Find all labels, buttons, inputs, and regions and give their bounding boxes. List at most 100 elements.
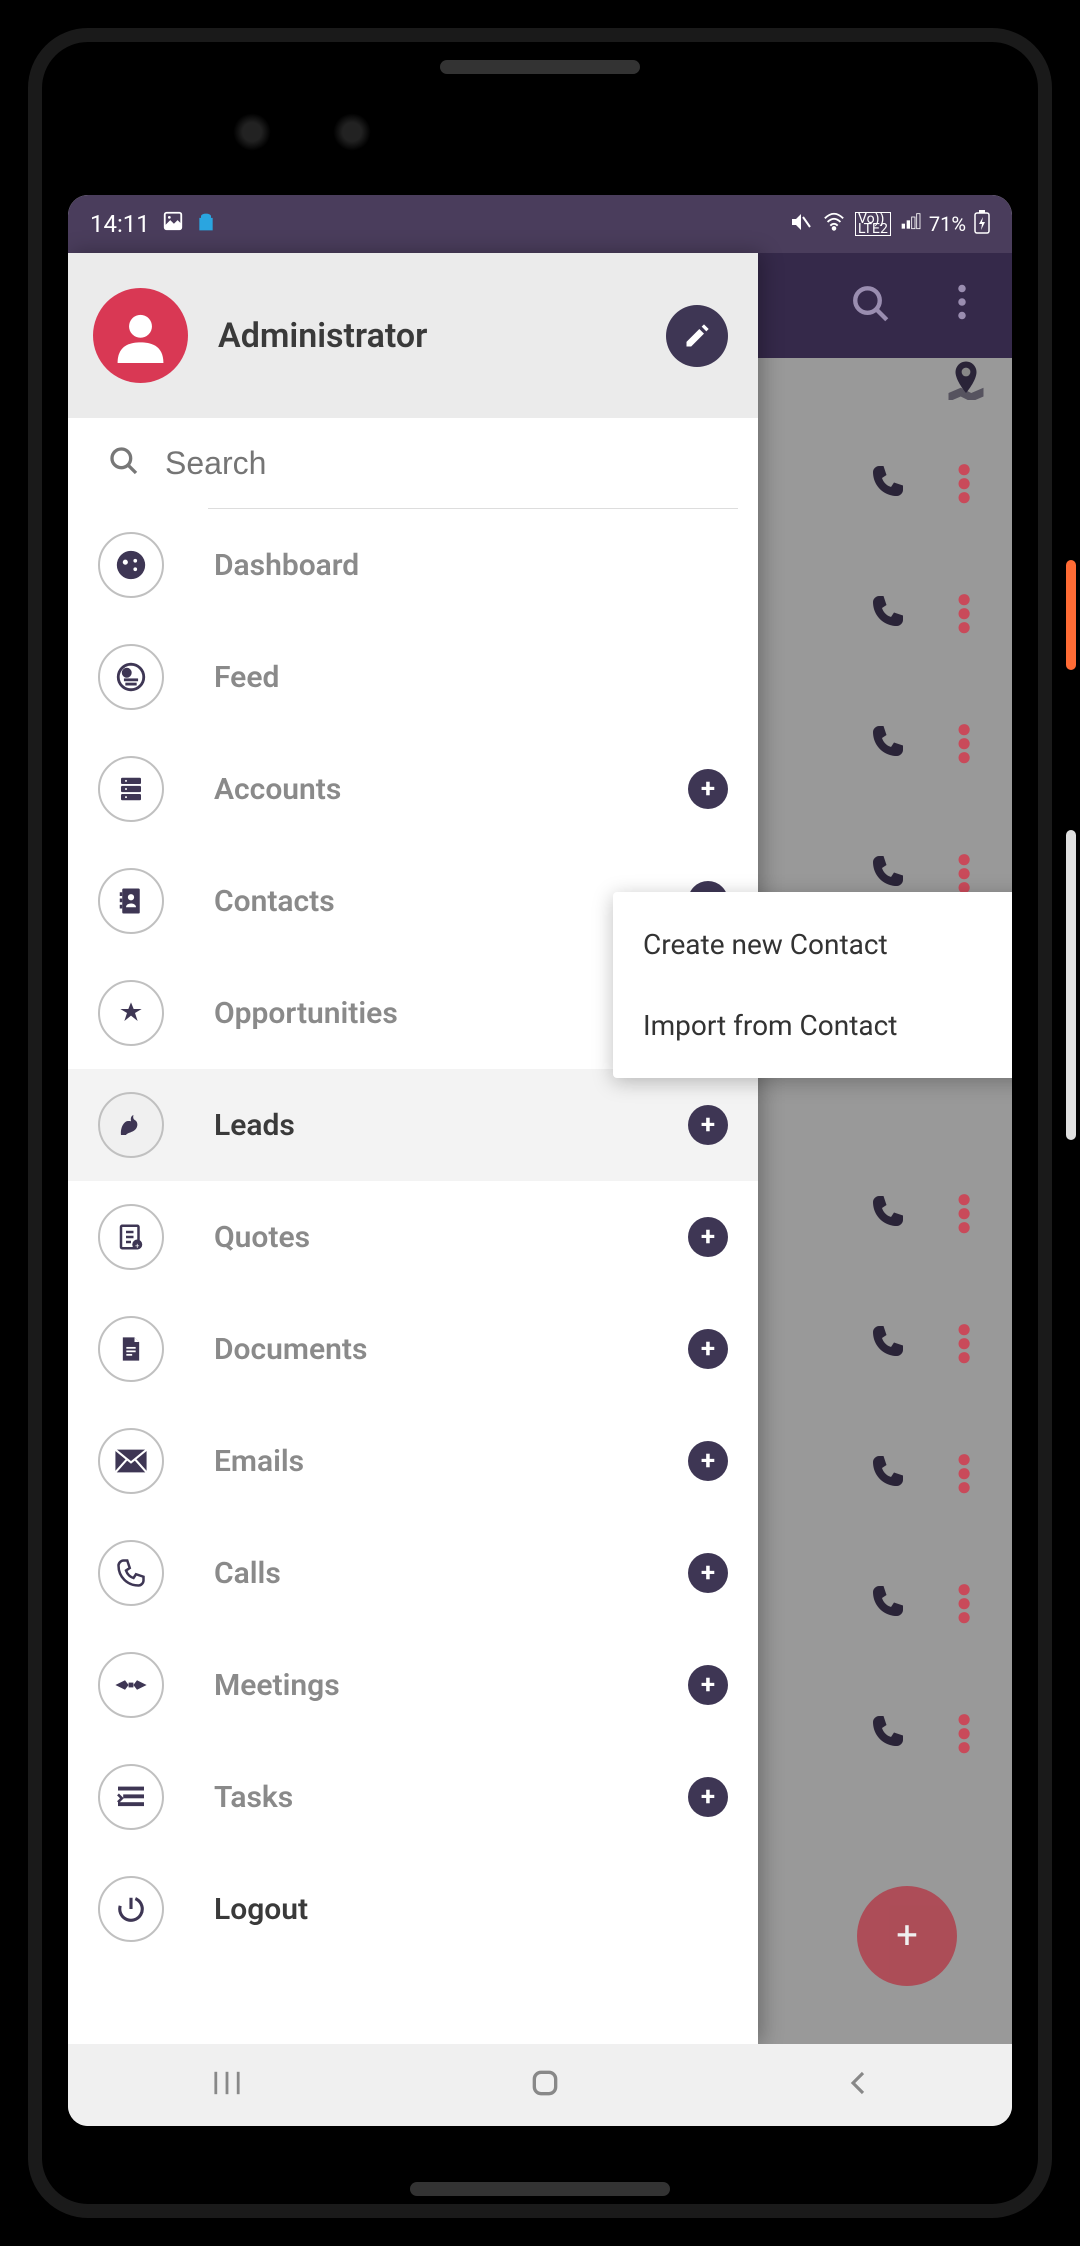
signal-icon — [899, 212, 921, 237]
row-more-icon[interactable]: ●●● — [956, 1195, 972, 1231]
nav-item-tasks[interactable]: Tasks + — [68, 1741, 758, 1853]
phone-icon[interactable] — [870, 1713, 906, 1753]
add-task-button[interactable]: + — [688, 1777, 728, 1817]
nav-label: Tasks — [214, 1780, 688, 1815]
logout-icon — [98, 1876, 164, 1942]
avatar[interactable] — [93, 288, 188, 383]
add-call-button[interactable]: + — [688, 1553, 728, 1593]
shopping-bag-icon — [196, 210, 216, 238]
nav-home-button[interactable] — [529, 2067, 561, 2103]
status-bar: 14:11 Vo))LTE2 71% — [68, 195, 1012, 253]
list-row[interactable]: ●●● — [772, 1148, 1012, 1278]
nav-item-meetings[interactable]: Meetings + — [68, 1629, 758, 1741]
nav-item-logout[interactable]: Logout — [68, 1853, 758, 1965]
menu-import-from-contact[interactable]: Import from Contact — [613, 985, 1012, 1066]
phone-camera-2 — [330, 110, 374, 154]
add-quote-button[interactable]: + — [688, 1217, 728, 1257]
side-button-volume — [1066, 830, 1076, 1140]
nav-item-leads[interactable]: Leads + — [68, 1069, 758, 1181]
list-row[interactable]: ●●● — [772, 548, 1012, 678]
row-more-icon[interactable]: ●●● — [956, 595, 972, 631]
nav-item-accounts[interactable]: Accounts + — [68, 733, 758, 845]
nav-recents-button[interactable] — [210, 2069, 244, 2101]
nav-item-emails[interactable]: Emails + — [68, 1405, 758, 1517]
status-time: 14:11 — [90, 210, 150, 238]
row-more-icon[interactable]: ●●● — [956, 1455, 972, 1491]
nav-label: Quotes — [214, 1220, 688, 1255]
map-pin-icon[interactable] — [945, 358, 987, 404]
phone-icon[interactable] — [870, 1583, 906, 1623]
tasks-icon — [98, 1764, 164, 1830]
row-more-icon[interactable]: ●●● — [956, 465, 972, 501]
search-icon[interactable] — [850, 283, 892, 329]
phone-icon[interactable] — [870, 593, 906, 633]
row-more-icon[interactable]: ●●● — [956, 725, 972, 761]
nav-item-feed[interactable]: Feed — [68, 621, 758, 733]
add-lead-button[interactable]: + — [688, 1105, 728, 1145]
phone-icon[interactable] — [870, 723, 906, 763]
row-more-icon[interactable]: ●●● — [956, 1325, 972, 1361]
nav-label: Feed — [214, 660, 728, 695]
nav-item-documents[interactable]: Documents + — [68, 1293, 758, 1405]
row-more-icon[interactable]: ●●● — [956, 1585, 972, 1621]
menu-create-new-contact[interactable]: Create new Contact — [613, 904, 1012, 985]
nav-label: Calls — [214, 1556, 688, 1591]
dashboard-icon — [98, 532, 164, 598]
phone-camera-1 — [230, 110, 274, 154]
phone-icon[interactable] — [870, 1193, 906, 1233]
documents-icon — [98, 1316, 164, 1382]
row-more-icon[interactable]: ●●● — [956, 855, 972, 891]
emails-icon — [98, 1428, 164, 1494]
battery-charging-icon — [974, 210, 990, 239]
more-vert-icon[interactable] — [957, 284, 967, 328]
search-input[interactable] — [165, 445, 718, 482]
list-row[interactable]: ●●● — [772, 1538, 1012, 1668]
mute-icon — [789, 210, 813, 239]
add-document-button[interactable]: + — [688, 1329, 728, 1369]
phone-icon[interactable] — [870, 853, 906, 893]
calls-icon — [98, 1540, 164, 1606]
edit-profile-button[interactable] — [666, 305, 728, 367]
nav-list: Dashboard Feed Accounts + Contacts — [68, 509, 758, 1965]
opportunities-icon — [98, 980, 164, 1046]
phone-icon[interactable] — [870, 1453, 906, 1493]
nav-label: Emails — [214, 1444, 688, 1479]
list-row[interactable]: ●●● — [772, 678, 1012, 808]
wifi-icon — [821, 211, 847, 238]
drawer-search[interactable] — [68, 418, 758, 508]
nav-item-dashboard[interactable]: Dashboard — [68, 509, 758, 621]
add-meeting-button[interactable]: + — [688, 1665, 728, 1705]
list-row[interactable]: ●●● — [772, 1278, 1012, 1408]
add-account-button[interactable]: + — [688, 769, 728, 809]
nav-label: Dashboard — [214, 548, 728, 583]
nav-label: Meetings — [214, 1668, 688, 1703]
system-nav-bar — [68, 2044, 1012, 2126]
nav-label: Leads — [214, 1108, 688, 1143]
search-icon — [108, 445, 140, 481]
list-row[interactable]: ●●● — [772, 418, 1012, 548]
nav-label: Accounts — [214, 772, 688, 807]
user-name: Administrator — [218, 316, 427, 356]
list-row[interactable]: ●●● — [772, 1408, 1012, 1538]
add-email-button[interactable]: + — [688, 1441, 728, 1481]
meetings-icon — [98, 1652, 164, 1718]
nav-label: Documents — [214, 1332, 688, 1367]
nav-item-quotes[interactable]: + Quotes + — [68, 1181, 758, 1293]
phone-icon[interactable] — [870, 463, 906, 503]
row-more-icon[interactable]: ●●● — [956, 1715, 972, 1751]
side-button-power — [1066, 560, 1076, 670]
quotes-icon: + — [98, 1204, 164, 1270]
fab-add-button[interactable]: + — [857, 1886, 957, 1986]
network-label: Vo))LTE2 — [855, 212, 891, 236]
feed-icon — [98, 644, 164, 710]
contacts-icon — [98, 868, 164, 934]
list-row[interactable]: ●●● — [772, 1668, 1012, 1798]
screen: 14:11 Vo))LTE2 71% — [68, 195, 1012, 2126]
battery-percent: 71% — [929, 212, 966, 236]
accounts-icon — [98, 756, 164, 822]
svg-text:+: + — [135, 1241, 139, 1250]
nav-back-button[interactable] — [846, 2068, 870, 2102]
nav-item-calls[interactable]: Calls + — [68, 1517, 758, 1629]
phone-icon[interactable] — [870, 1323, 906, 1363]
phone-speaker-bottom — [410, 2182, 670, 2196]
